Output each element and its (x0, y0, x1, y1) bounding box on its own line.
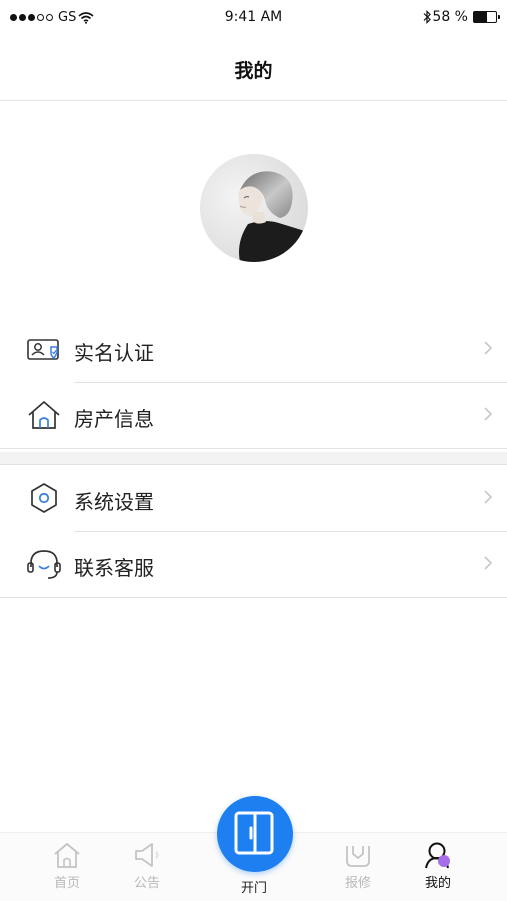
house-icon (28, 401, 60, 429)
tab-notice[interactable]: 公告 (117, 841, 177, 891)
status-right: 58 % (423, 9, 500, 25)
battery-icon (473, 11, 500, 23)
tab-repair[interactable]: 报修 (328, 841, 388, 891)
tab-label-repair: 报修 (344, 876, 371, 891)
page-title: 我的 (234, 60, 273, 82)
menu-label-real-name-auth: 实名认证 (74, 341, 154, 365)
nav-bar: 我的 (0, 36, 507, 101)
tab-mine[interactable]: 我的 (408, 841, 468, 891)
menu-item-customer-service[interactable]: 联系客服 (0, 531, 507, 597)
tab-label-notice: 公告 (133, 876, 160, 891)
status-bar: GS 9:41 AM 58 % (0, 0, 507, 36)
menu-group-system: 系统设置 联系客服 (0, 464, 507, 598)
section-separator (0, 452, 507, 464)
tab-label-open-door: 开门 (240, 881, 267, 896)
chevron-right-icon (484, 490, 493, 504)
chevron-right-icon (484, 341, 493, 355)
menu-label-customer-service: 联系客服 (74, 556, 154, 580)
menu-item-system-settings[interactable]: 系统设置 (0, 465, 507, 531)
id-card-icon (27, 339, 59, 360)
tab-label-home: 首页 (53, 876, 80, 891)
menu-item-property-info[interactable]: 房产信息 (0, 382, 507, 448)
chevron-right-icon (484, 556, 493, 570)
menu-group-account: 实名认证 房产信息 (0, 316, 507, 449)
repair-icon (346, 846, 370, 867)
megaphone-icon (135, 843, 159, 867)
settings-hexagon-icon (31, 483, 57, 513)
user-icon (425, 842, 450, 869)
bluetooth-icon (423, 10, 432, 24)
menu-item-real-name-auth[interactable]: 实名认证 (0, 316, 507, 382)
headset-icon (27, 550, 61, 579)
tab-label-mine: 我的 (424, 876, 451, 891)
open-door-button[interactable] (217, 796, 293, 872)
menu-label-system-settings: 系统设置 (74, 490, 154, 514)
avatar[interactable] (200, 154, 308, 262)
battery-fill (474, 12, 487, 22)
home-icon (54, 843, 80, 868)
chevron-right-icon (484, 407, 493, 421)
menu-label-property-info: 房产信息 (74, 407, 154, 431)
battery-percent: 58 % (432, 9, 468, 25)
tab-home[interactable]: 首页 (37, 841, 97, 891)
door-icon (234, 811, 274, 855)
avatar-icon (200, 154, 308, 262)
